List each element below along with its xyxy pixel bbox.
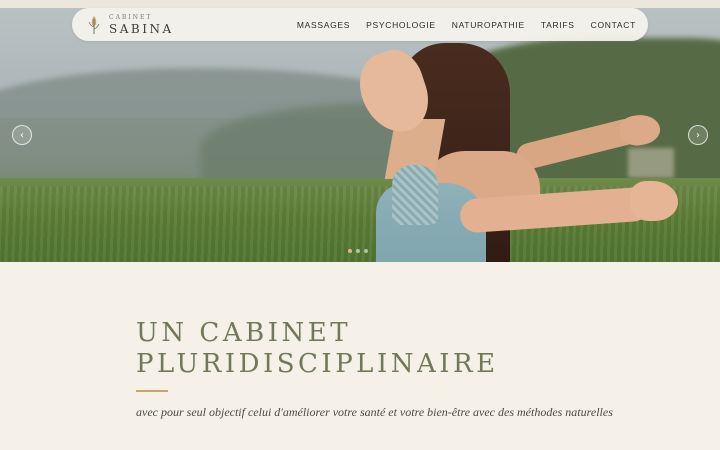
carousel-next-button[interactable]: ›: [688, 125, 708, 145]
navbar: CABINET SABINA MASSAGES PSYCHOLOGIE NATU…: [72, 8, 648, 41]
woman-top-lace: [392, 165, 438, 225]
hero-woman-image: [340, 33, 680, 262]
chevron-left-icon: ‹: [20, 129, 24, 141]
logo-small-text: CABINET: [109, 14, 153, 21]
nav-link-psychologie[interactable]: PSYCHOLOGIE: [366, 20, 436, 30]
carousel-dot[interactable]: [364, 249, 368, 253]
page-title-line-1: UN CABINET: [136, 318, 352, 348]
hero-slider: [0, 8, 720, 262]
carousel-dots: [348, 249, 368, 253]
nav-links: MASSAGES PSYCHOLOGIE NATUROPATHIE TARIFS…: [297, 8, 636, 41]
page-title: UN CABINET PLURIDISCIPLINAIRE: [136, 318, 616, 380]
leaf-logo-icon: [88, 16, 100, 34]
chevron-right-icon: ›: [696, 129, 700, 141]
page: CABINET SABINA MASSAGES PSYCHOLOGIE NATU…: [0, 0, 720, 450]
logo[interactable]: CABINET SABINA: [88, 13, 198, 37]
carousel-dot[interactable]: [356, 249, 360, 253]
nav-link-contact[interactable]: CONTACT: [591, 20, 636, 30]
page-title-line-2: PLURIDISCIPLINAIRE: [136, 349, 499, 379]
nav-link-massages[interactable]: MASSAGES: [297, 20, 350, 30]
top-strip: [0, 0, 720, 8]
carousel-prev-button[interactable]: ‹: [12, 125, 32, 145]
logo-text: CABINET SABINA: [109, 14, 174, 36]
woman-hand-front: [630, 181, 678, 221]
nav-link-tarifs[interactable]: TARIFS: [541, 20, 575, 30]
page-subtitle: avec pour seul objectif celui d'améliore…: [136, 405, 613, 419]
logo-big-text: SABINA: [109, 22, 174, 36]
nav-link-naturopathie[interactable]: NATUROPATHIE: [452, 20, 525, 30]
title-divider: [136, 390, 168, 392]
carousel-dot[interactable]: [348, 249, 352, 253]
